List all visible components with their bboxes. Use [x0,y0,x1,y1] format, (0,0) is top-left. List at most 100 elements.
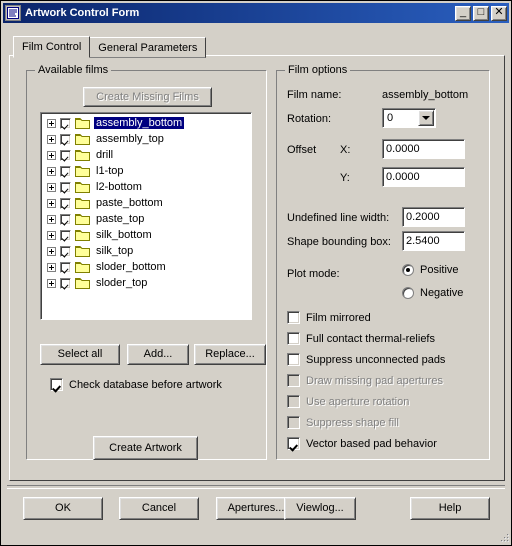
viewlog-button[interactable]: Viewlog... [284,497,356,520]
folder-icon [75,165,90,177]
film-list-item[interactable]: silk_bottom [41,227,251,243]
expand-icon[interactable] [47,134,56,144]
form-icon [5,5,21,21]
film-list-item[interactable]: assembly_top [41,131,251,147]
expand-icon[interactable] [47,182,56,192]
film-checkbox[interactable] [60,165,71,177]
film-checkbox[interactable] [60,213,71,225]
expand-icon[interactable] [47,214,56,224]
offset-y-input[interactable]: 0.0000 [382,167,465,187]
undefined-line-width-input[interactable]: 0.2000 [402,207,465,227]
plot-mode-positive-radio[interactable]: Positive [402,264,459,276]
film-option-label: Film mirrored [306,311,371,324]
film-option-checkbox[interactable]: Suppress unconnected pads [287,353,445,366]
help-label: Help [438,502,462,514]
film-list-item[interactable]: silk_top [41,243,251,259]
chevron-down-icon[interactable] [418,110,434,126]
film-label: drill [96,149,114,161]
rotation-value: 0 [387,112,394,124]
tab-strip: Film Control General Parameters [13,35,207,58]
film-checkbox[interactable] [60,245,71,257]
film-option-checkbox[interactable]: Film mirrored [287,311,371,324]
expand-icon[interactable] [47,198,56,208]
undefined-line-width-label: Undefined line width: [287,212,390,224]
available-films-title: Available films [35,64,112,76]
folder-icon [75,181,90,193]
plot-mode-negative-radio[interactable]: Negative [402,287,463,299]
film-checkbox[interactable] [60,133,71,145]
available-films-list[interactable]: assembly_bottom assembly_topdrill l1-top l2… [40,112,252,320]
film-list-item[interactable]: l1-top [41,163,251,179]
film-label: silk_bottom [96,229,152,241]
close-button[interactable]: ✕ [491,5,507,21]
film-list-item[interactable]: drill [41,147,251,163]
resize-grip[interactable] [497,531,511,545]
film-list-item[interactable]: paste_bottom [41,195,251,211]
minimize-button[interactable]: _ [455,5,471,21]
film-checkbox[interactable] [60,181,71,193]
maximize-button[interactable]: □ [473,5,489,21]
ok-button[interactable]: OK [23,497,103,520]
expand-icon[interactable] [47,166,56,176]
check-database-before-artwork-checkbox[interactable]: Check database before artwork [50,378,222,391]
artwork-control-form-window: Artwork Control Form _ □ ✕ Film Control … [0,0,512,546]
apertures-label: Apertures... [227,502,285,514]
folder-icon [75,133,90,145]
select-all-label: Select all [57,348,103,360]
plot-mode-label: Plot mode: [287,268,340,280]
film-option-checkbox: Suppress shape fill [287,416,399,429]
create-missing-films-button[interactable]: Create Missing Films [83,87,212,107]
tab-film-control[interactable]: Film Control [13,36,91,58]
replace-button[interactable]: Replace... [194,344,266,365]
film-checkbox[interactable] [60,197,71,209]
film-list-item[interactable]: sloder_top [41,275,251,291]
expand-icon[interactable] [47,118,56,128]
film-label: silk_top [96,245,134,257]
offset-y-label: Y: [340,172,350,184]
film-option-checkbox[interactable]: Vector based pad behavior [287,437,437,450]
film-list-item[interactable]: paste_top [41,211,251,227]
film-option-label: Suppress shape fill [306,416,399,429]
expand-icon[interactable] [47,246,56,256]
offset-label: Offset [287,144,317,156]
add-label: Add... [143,348,173,360]
offset-x-input[interactable]: 0.0000 [382,139,465,159]
film-label: paste_top [96,213,145,225]
film-label: assembly_top [96,133,164,145]
film-name-label: Film name: [287,89,342,101]
film-checkbox[interactable] [60,261,71,273]
add-button[interactable]: Add... [127,344,189,365]
create-artwork-button[interactable]: Create Artwork [93,436,198,460]
ok-label: OK [55,502,71,514]
title-bar: Artwork Control Form _ □ ✕ [3,3,509,23]
cancel-button[interactable]: Cancel [119,497,199,520]
film-option-checkbox[interactable]: Full contact thermal-reliefs [287,332,435,345]
film-checkbox[interactable] [60,117,71,129]
select-all-button[interactable]: Select all [40,344,120,365]
film-list-item[interactable]: l2-bottom [41,179,251,195]
shape-bounding-box-input[interactable]: 2.5400 [402,231,465,251]
expand-icon[interactable] [47,262,56,272]
expand-icon[interactable] [47,278,56,288]
offset-x-label: X: [340,144,351,156]
rotation-combo[interactable]: 0 [382,108,436,128]
plot-mode-negative-label: Negative [420,287,464,299]
plot-mode-positive-label: Positive [420,264,459,276]
film-label: sloder_bottom [96,261,166,273]
tab-film-control-label: Film Control [22,41,82,53]
tab-general-parameters[interactable]: General Parameters [89,37,207,58]
help-button[interactable]: Help [410,497,490,520]
film-checkbox[interactable] [60,229,71,241]
folder-icon [75,149,90,161]
expand-icon[interactable] [47,230,56,240]
folder-icon [75,229,90,241]
folder-icon [75,197,90,209]
cancel-label: Cancel [141,502,177,514]
expand-icon[interactable] [47,150,56,160]
film-checkbox[interactable] [60,277,71,289]
film-checkbox[interactable] [60,149,71,161]
film-list-item[interactable]: assembly_bottom [41,115,251,131]
film-option-label: Suppress unconnected pads [306,353,446,366]
film-option-checkbox-box [287,437,300,450]
film-list-item[interactable]: sloder_bottom [41,259,251,275]
